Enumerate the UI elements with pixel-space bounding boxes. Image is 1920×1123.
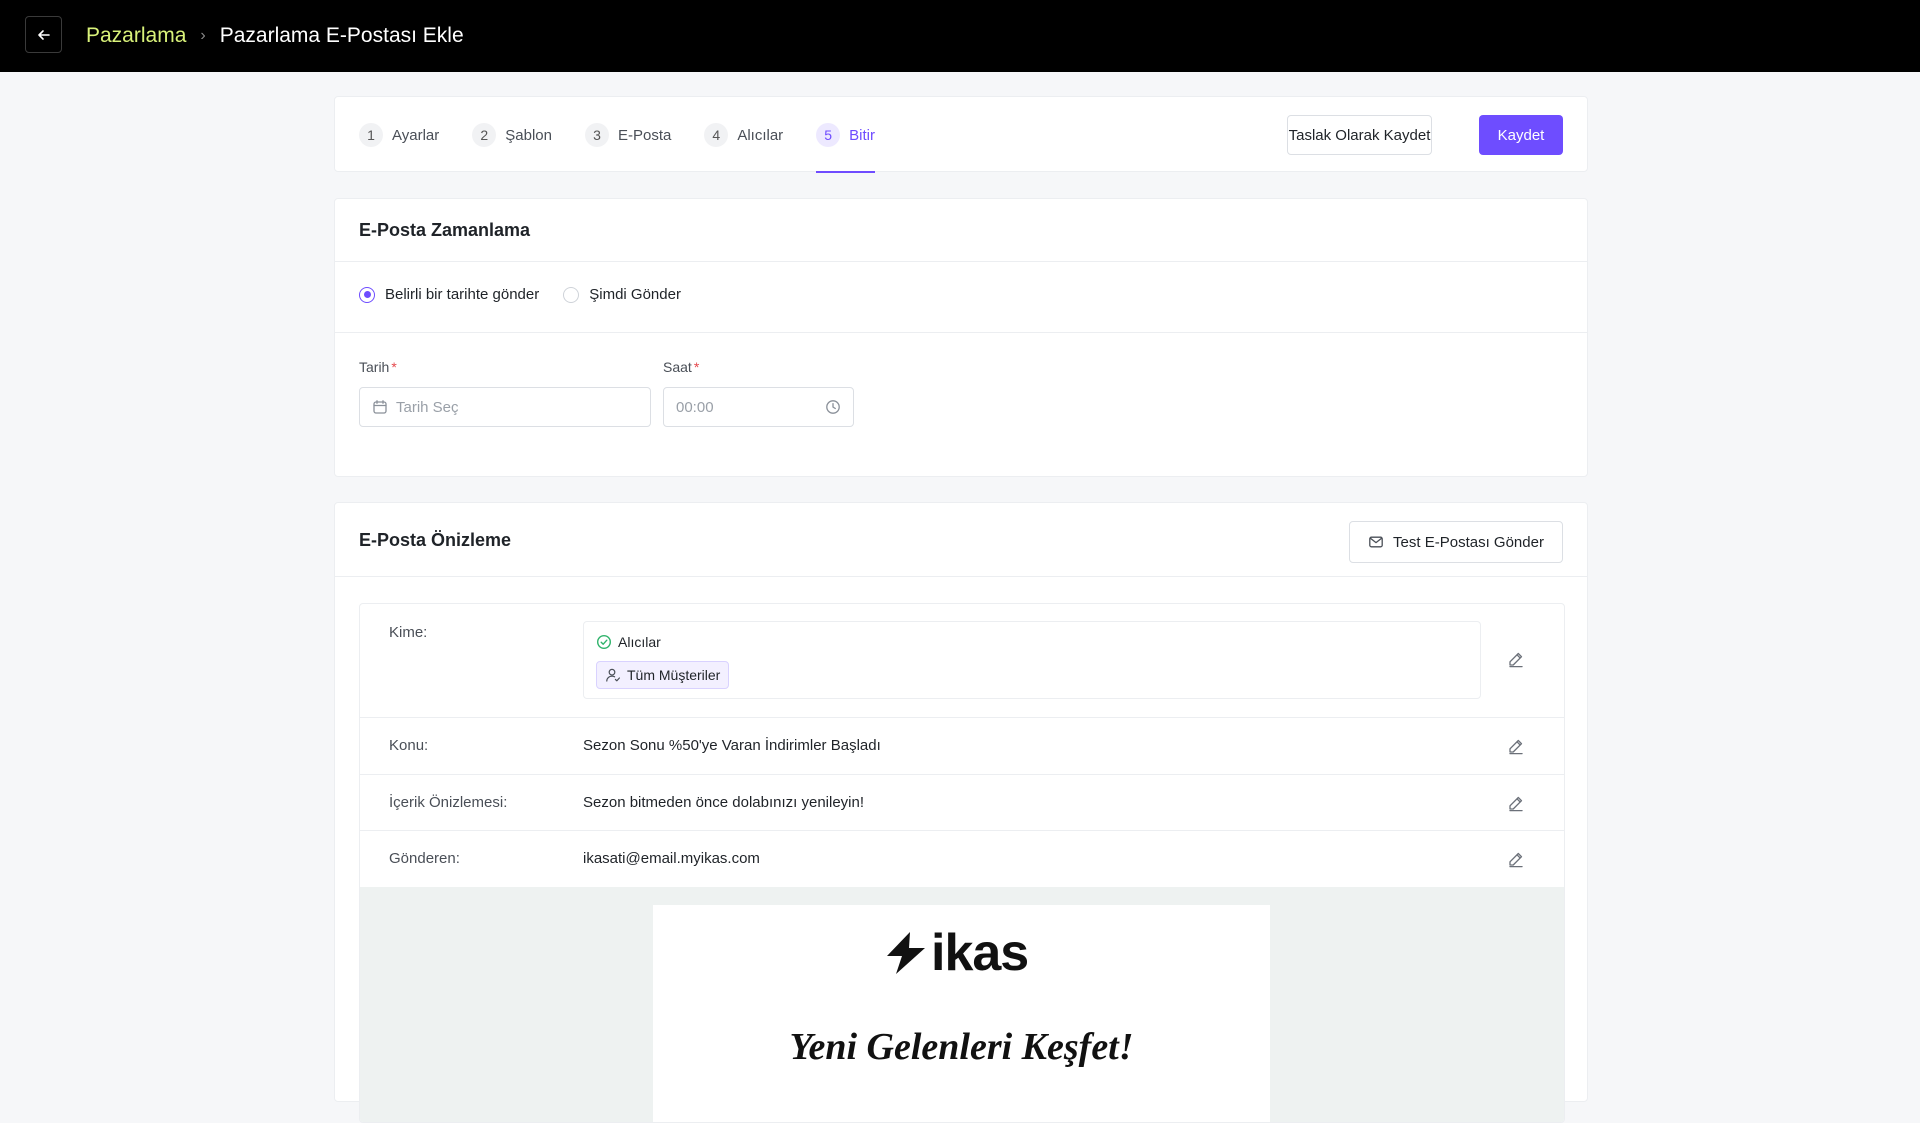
recipient-chip-label: Tüm Müşteriler bbox=[627, 667, 721, 683]
calendar-icon bbox=[373, 400, 387, 414]
step-label: Şablon bbox=[505, 126, 552, 144]
ikas-logo: ikas bbox=[883, 924, 1029, 982]
recipients-title: Alıcılar bbox=[618, 634, 661, 650]
step-label: Ayarlar bbox=[392, 126, 440, 144]
step-number: 3 bbox=[584, 123, 609, 147]
radio-option-send-now[interactable]: Şimdi Gönder bbox=[563, 286, 681, 303]
breadcrumb: Pazarlama › Pazarlama E-Postası Ekle bbox=[86, 0, 464, 72]
divider bbox=[335, 332, 1587, 333]
sender-value: ikasati@email.myikas.com bbox=[583, 850, 760, 867]
step-number: 5 bbox=[816, 123, 841, 147]
step-label: Bitir bbox=[849, 126, 876, 144]
section-title: E-Posta Önizleme bbox=[359, 530, 512, 550]
step-number: 2 bbox=[472, 123, 497, 147]
recipients-header: Alıcılar bbox=[596, 634, 661, 650]
email-meta-table: Kime: Alıcılar Tüm Müşteriler Konu: Sezo… bbox=[359, 603, 1565, 1123]
time-placeholder: 00:00 bbox=[676, 398, 714, 416]
save-draft-button[interactable]: Taslak Olarak Kaydet bbox=[1287, 115, 1432, 155]
meta-row-preheader: İçerik Önizlemesi: Sezon bitmeden önce d… bbox=[360, 775, 1564, 831]
stepper-card: 1 Ayarlar 2 Şablon 3 E-Posta 4 Alıcılar … bbox=[334, 96, 1588, 173]
email-schedule-card: E-Posta Zamanlama Belirli bir tarihte gö… bbox=[334, 198, 1588, 477]
step-label: Alıcılar bbox=[737, 126, 784, 144]
step-settings[interactable]: 1 Ayarlar bbox=[359, 97, 439, 173]
clock-icon bbox=[826, 400, 840, 414]
mail-icon bbox=[1369, 536, 1383, 548]
page-title: Pazarlama E-Postası Ekle bbox=[219, 24, 464, 47]
breadcrumb-root-link[interactable]: Pazarlama bbox=[86, 24, 186, 48]
edit-subject-icon[interactable] bbox=[1507, 737, 1525, 755]
step-template[interactable]: 2 Şablon bbox=[472, 97, 552, 173]
check-circle-icon bbox=[596, 634, 612, 650]
radio-label: Şimdi Gönder bbox=[589, 286, 681, 303]
meta-row-to: Kime: Alıcılar Tüm Müşteriler bbox=[360, 604, 1564, 718]
radio-option-scheduled[interactable]: Belirli bir tarihte gönder bbox=[359, 286, 539, 303]
email-sheet: ikas Yeni Gelenleri Keşfet! bbox=[653, 905, 1270, 1122]
send-option-group: Belirli bir tarihte gönder Şimdi Gönder bbox=[359, 286, 705, 303]
step-finish[interactable]: 5 Bitir bbox=[816, 97, 875, 173]
radio-label: Belirli bir tarihte gönder bbox=[385, 286, 540, 303]
recipient-chip: Tüm Müşteriler bbox=[596, 661, 730, 689]
step-recipients[interactable]: 4 Alıcılar bbox=[704, 97, 783, 173]
section-title: E-Posta Zamanlama bbox=[359, 220, 531, 240]
email-headline: Yeni Gelenleri Keşfet! bbox=[789, 1026, 1134, 1068]
meta-key-subject: Konu: bbox=[389, 737, 429, 754]
date-input[interactable]: Tarih Seç bbox=[359, 387, 651, 427]
step-email[interactable]: 3 E-Posta bbox=[584, 97, 672, 173]
radio-button[interactable] bbox=[563, 286, 580, 303]
top-bar: Pazarlama › Pazarlama E-Postası Ekle bbox=[0, 0, 1920, 72]
back-button[interactable] bbox=[25, 16, 62, 53]
lightning-bolt-icon bbox=[887, 932, 925, 974]
date-label-text: Tarih bbox=[359, 359, 390, 375]
date-placeholder: Tarih Seç bbox=[396, 398, 459, 416]
preheader-value: Sezon bitmeden önce dolabınızı yenileyin… bbox=[583, 794, 865, 811]
user-check-icon bbox=[606, 668, 620, 682]
logo-text: ikas bbox=[931, 924, 1029, 982]
send-test-email-button[interactable]: Test E-Postası Gönder bbox=[1349, 521, 1563, 563]
step-number: 1 bbox=[359, 123, 383, 147]
time-label-text: Saat bbox=[663, 359, 692, 375]
date-label: Tarih * bbox=[359, 359, 397, 375]
send-test-email-label: Test E-Postası Gönder bbox=[1393, 533, 1544, 551]
chevron-right-icon: › bbox=[200, 27, 206, 44]
email-body-preview: ikas Yeni Gelenleri Keşfet! bbox=[360, 887, 1564, 1122]
step-number: 4 bbox=[704, 123, 729, 147]
radio-button[interactable] bbox=[359, 286, 375, 303]
edit-sender-icon[interactable] bbox=[1507, 850, 1525, 868]
edit-preheader-icon[interactable] bbox=[1507, 794, 1525, 812]
email-preview-card: E-Posta Önizleme Test E-Postası Gönder K… bbox=[334, 502, 1588, 1123]
meta-row-subject: Konu: Sezon Sonu %50'ye Varan İndirimler… bbox=[360, 718, 1564, 775]
save-button[interactable]: Kaydet bbox=[1479, 115, 1563, 155]
meta-key-sender: Gönderen: bbox=[389, 850, 460, 867]
time-input[interactable]: 00:00 bbox=[663, 387, 854, 427]
stepper-steps: 1 Ayarlar 2 Şablon 3 E-Posta 4 Alıcılar … bbox=[359, 97, 908, 173]
subject-value: Sezon Sonu %50'ye Varan İndirimler Başla… bbox=[583, 737, 881, 754]
meta-key-to: Kime: bbox=[389, 624, 428, 641]
required-mark: * bbox=[693, 359, 700, 375]
arrow-left-icon bbox=[37, 29, 50, 40]
meta-key-preheader: İçerik Önizlemesi: bbox=[389, 794, 508, 811]
meta-row-sender: Gönderen: ikasati@email.myikas.com bbox=[360, 831, 1564, 887]
step-label: E-Posta bbox=[617, 126, 672, 144]
divider bbox=[335, 576, 1587, 577]
recipients-box: Alıcılar Tüm Müşteriler bbox=[583, 621, 1481, 699]
edit-to-icon[interactable] bbox=[1507, 650, 1525, 668]
divider bbox=[335, 261, 1587, 262]
time-label: Saat * bbox=[663, 359, 699, 375]
required-mark: * bbox=[391, 359, 397, 375]
